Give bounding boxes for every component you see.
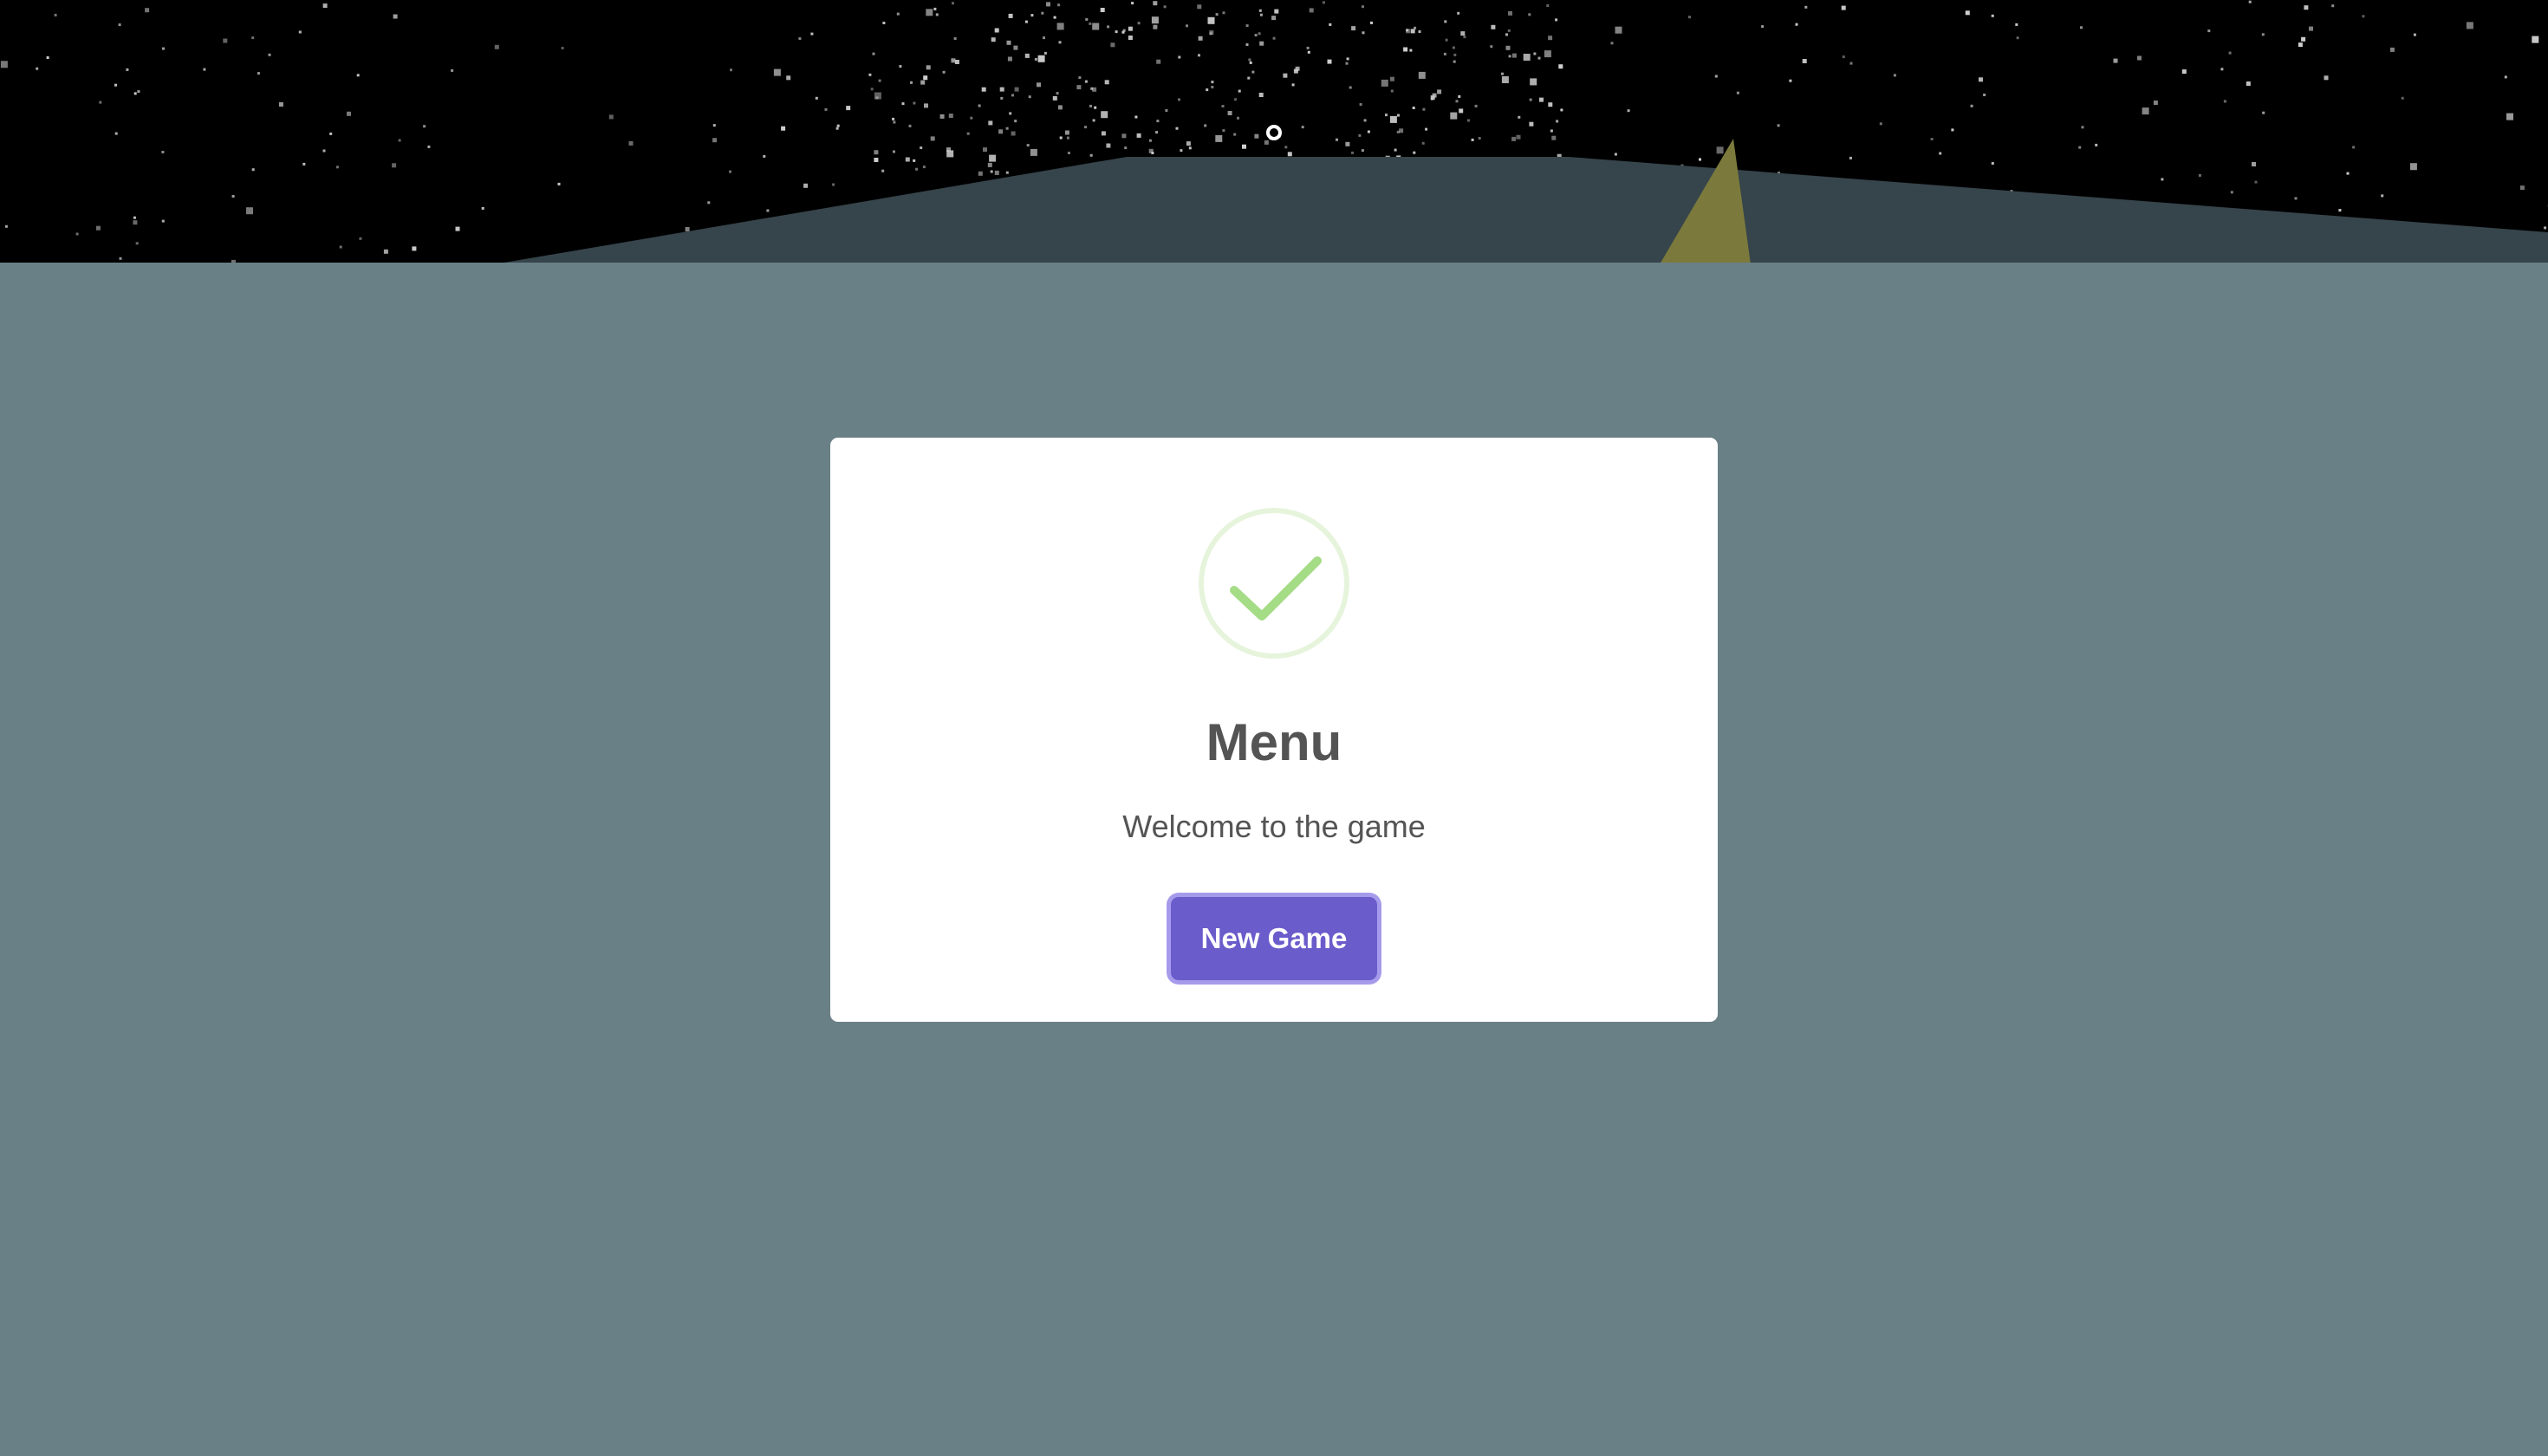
modal-backdrop: Menu Welcome to the game New Game	[0, 0, 2548, 1456]
new-game-button[interactable]: New Game	[1171, 897, 1377, 980]
menu-dialog: Menu Welcome to the game New Game	[830, 438, 1718, 1022]
dialog-message: Welcome to the game	[1122, 809, 1426, 844]
dialog-title: Menu	[1206, 713, 1342, 771]
checkmark-success-icon	[1199, 508, 1349, 659]
